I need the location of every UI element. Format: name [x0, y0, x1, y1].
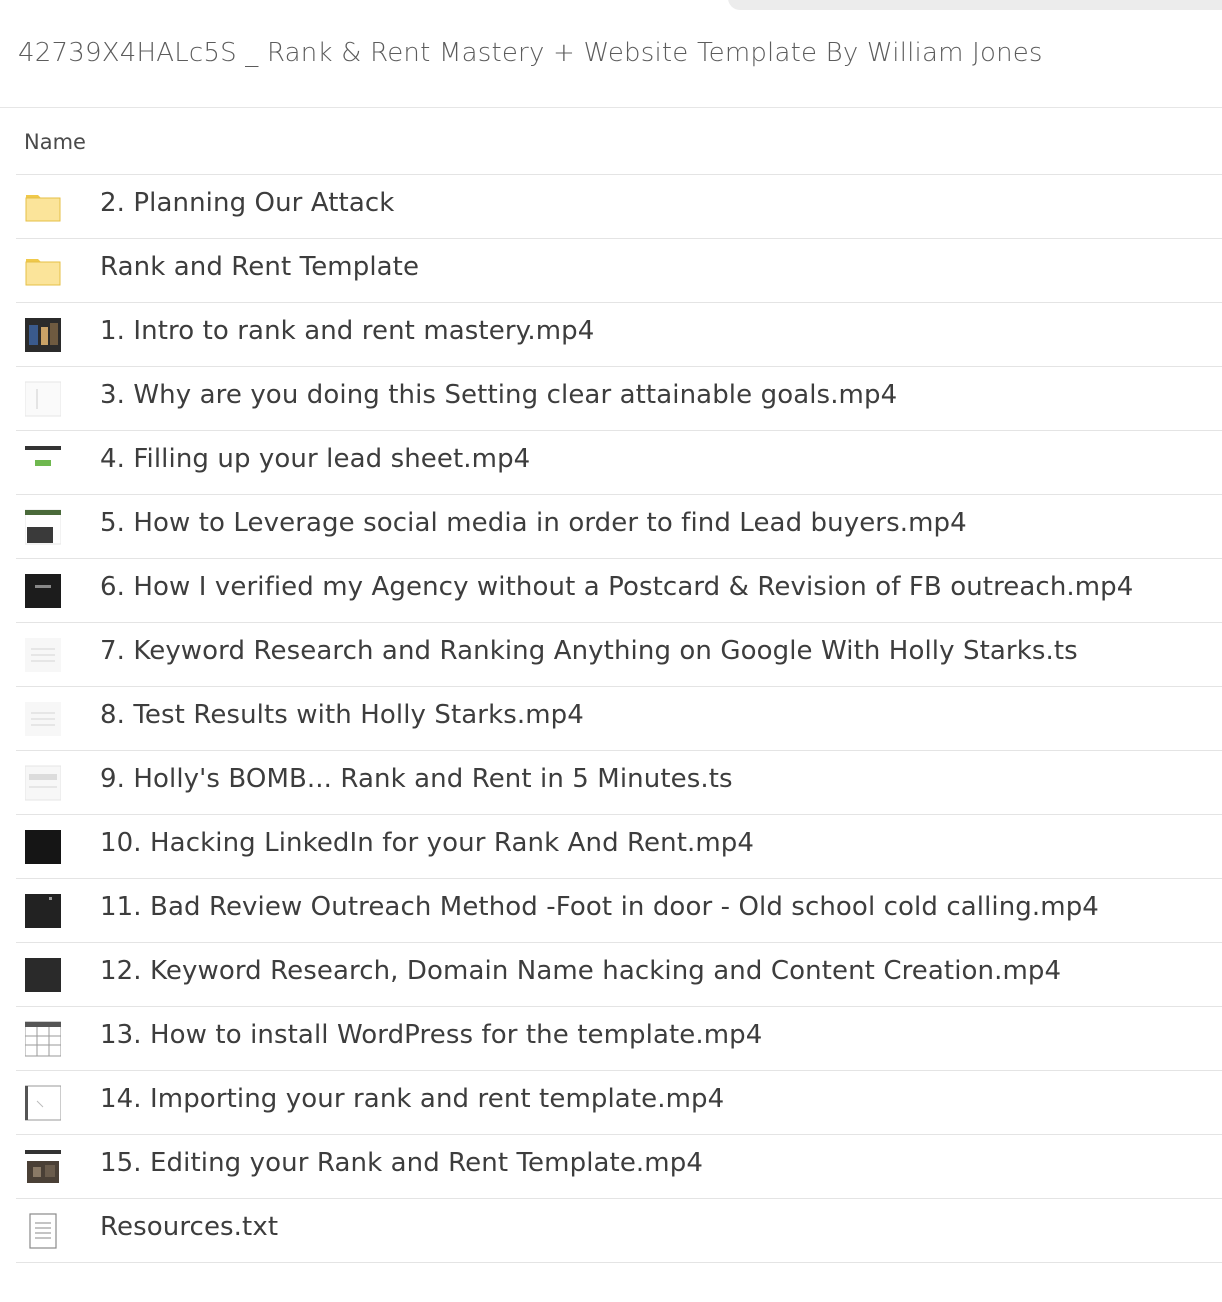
file-name: 11. Bad Review Outreach Method -Foot in …	[100, 892, 1099, 922]
file-name: 15. Editing your Rank and Rent Template.…	[100, 1148, 703, 1178]
file-name: Rank and Rent Template	[100, 252, 420, 282]
video-thumbnail-icon	[25, 317, 61, 353]
video-thumbnail-icon	[25, 1021, 61, 1057]
video-thumbnail-icon	[25, 573, 61, 609]
file-name: 13. How to install WordPress for the tem…	[100, 1020, 763, 1050]
file-name: 4. Filling up your lead sheet.mp4	[100, 444, 531, 474]
file-list: 2. Planning Our Attack Rank and Rent Tem…	[16, 175, 1222, 1263]
file-name: 1. Intro to rank and rent mastery.mp4	[100, 316, 595, 346]
file-name: 12. Keyword Research, Domain Name hackin…	[100, 956, 1062, 986]
file-name: 10. Hacking LinkedIn for your Rank And R…	[100, 828, 755, 858]
file-name: 7. Keyword Research and Ranking Anything…	[100, 636, 1078, 666]
file-row-4[interactable]: 4. Filling up your lead sheet.mp4	[16, 431, 1222, 495]
video-thumbnail-icon	[25, 637, 61, 673]
file-name: 2. Planning Our Attack	[100, 188, 395, 218]
file-name: 9. Holly's BOMB... Rank and Rent in 5 Mi…	[100, 764, 733, 794]
video-thumbnail-icon	[25, 765, 61, 801]
file-name: 8. Test Results with Holly Starks.mp4	[100, 700, 584, 730]
file-row-12[interactable]: 12. Keyword Research, Domain Name hackin…	[16, 943, 1222, 1007]
file-row-2[interactable]: 1. Intro to rank and rent mastery.mp4	[16, 303, 1222, 367]
column-header-name[interactable]: Name	[16, 108, 1222, 175]
file-row-0[interactable]: 2. Planning Our Attack	[16, 175, 1222, 239]
file-row-3[interactable]: 3. Why are you doing this Setting clear …	[16, 367, 1222, 431]
video-thumbnail-icon	[25, 1149, 61, 1185]
file-row-14[interactable]: 14. Importing your rank and rent templat…	[16, 1071, 1222, 1135]
file-row-7[interactable]: 7. Keyword Research and Ranking Anything…	[16, 623, 1222, 687]
file-name: 6. How I verified my Agency without a Po…	[100, 572, 1134, 602]
file-row-16[interactable]: Resources.txt	[16, 1199, 1222, 1263]
file-row-8[interactable]: 8. Test Results with Holly Starks.mp4	[16, 687, 1222, 751]
file-name: 14. Importing your rank and rent templat…	[100, 1084, 725, 1114]
file-name: 3. Why are you doing this Setting clear …	[100, 380, 898, 410]
file-row-1[interactable]: Rank and Rent Template	[16, 239, 1222, 303]
file-row-6[interactable]: 6. How I verified my Agency without a Po…	[16, 559, 1222, 623]
video-thumbnail-icon	[25, 1085, 61, 1121]
column-header-label: Name	[24, 130, 86, 154]
file-name: 5. How to Leverage social media in order…	[100, 508, 967, 538]
video-thumbnail-icon	[25, 893, 61, 929]
file-row-13[interactable]: 13. How to install WordPress for the tem…	[16, 1007, 1222, 1071]
file-name: Resources.txt	[100, 1212, 279, 1242]
file-row-10[interactable]: 10. Hacking LinkedIn for your Rank And R…	[16, 815, 1222, 879]
folder-icon	[25, 189, 61, 225]
video-thumbnail-icon	[25, 829, 61, 865]
folder-header: 42739X4HALc5S _ Rank & Rent Mastery + We…	[0, 0, 1222, 108]
folder-icon	[25, 253, 61, 289]
file-row-15[interactable]: 15. Editing your Rank and Rent Template.…	[16, 1135, 1222, 1199]
video-thumbnail-icon	[25, 509, 61, 545]
file-row-9[interactable]: 9. Holly's BOMB... Rank and Rent in 5 Mi…	[16, 751, 1222, 815]
file-row-11[interactable]: 11. Bad Review Outreach Method -Foot in …	[16, 879, 1222, 943]
text-file-icon	[25, 1213, 61, 1249]
folder-title: 42739X4HALc5S _ Rank & Rent Mastery + We…	[18, 38, 1043, 68]
video-thumbnail-icon	[25, 381, 61, 417]
video-thumbnail-icon	[25, 445, 61, 481]
video-thumbnail-icon	[25, 701, 61, 737]
file-row-5[interactable]: 5. How to Leverage social media in order…	[16, 495, 1222, 559]
video-thumbnail-icon	[25, 957, 61, 993]
